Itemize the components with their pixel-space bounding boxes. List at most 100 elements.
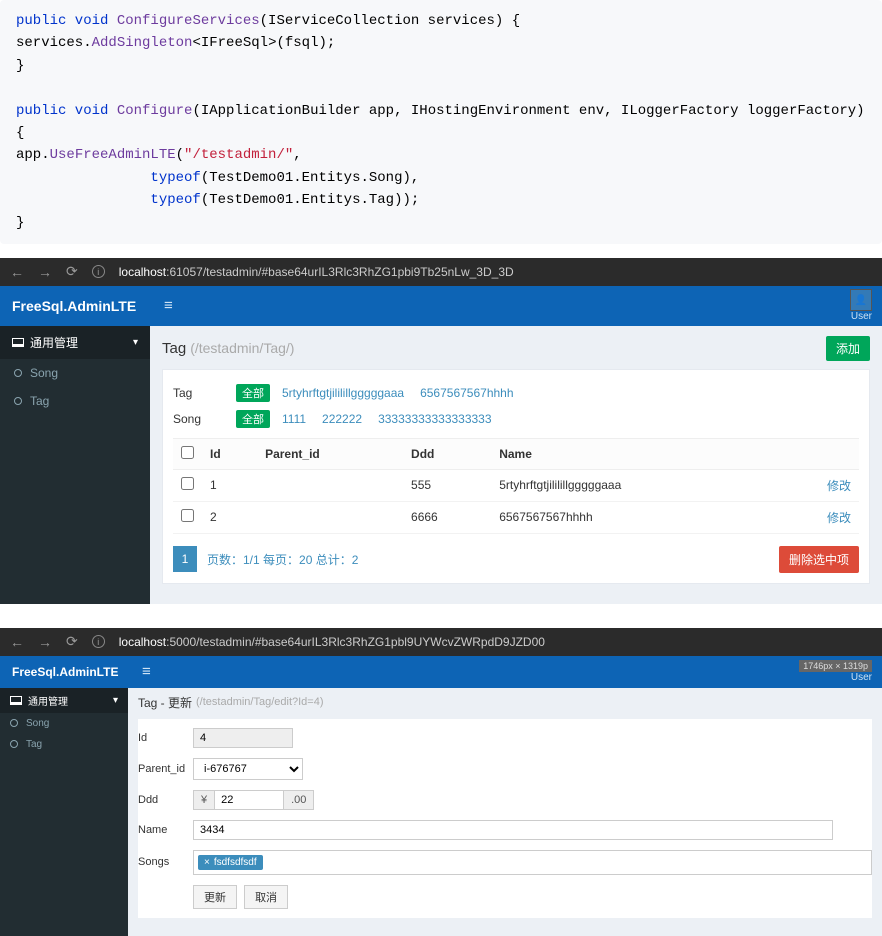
data-table: Id Parent_id Ddd Name 1 555 5rtyhrftgtji… xyxy=(173,438,859,534)
form-row-songs: Songs × fsdfsdfsdf xyxy=(138,845,872,880)
info-icon[interactable]: i xyxy=(92,635,105,648)
parent-select[interactable]: i-676767 xyxy=(193,758,303,780)
nav-forward-icon[interactable]: → xyxy=(38,634,52,650)
page-title: Tag xyxy=(162,340,186,357)
browser-bar: ← → ⟳ i localhost:5000/testadmin/#base64… xyxy=(0,628,882,656)
filter-link[interactable]: 5rtyhrftgtjililillgggggaaa xyxy=(278,385,408,401)
sidebar-item-tag[interactable]: Tag xyxy=(0,734,128,755)
name-field[interactable] xyxy=(193,820,833,840)
chip-label: fsdfsdfsdf xyxy=(214,857,257,868)
form-row-actions: 更新 取消 xyxy=(138,880,872,914)
songs-multiselect[interactable]: × fsdfsdfsdf xyxy=(193,850,872,875)
col-actions xyxy=(776,438,859,469)
filter-link[interactable]: 1111 xyxy=(278,411,310,427)
sidebar-item-label: Tag xyxy=(30,394,49,408)
info-icon[interactable]: i xyxy=(92,265,105,278)
sidebar-item-label: Song xyxy=(30,366,58,380)
col-name: Name xyxy=(491,438,776,469)
remove-chip-icon[interactable]: × xyxy=(204,857,210,868)
page-path: (/testadmin/Tag/edit?Id=4) xyxy=(196,696,324,708)
filter-row-song: Song 全部 1111 222222 33333333333333333 xyxy=(173,406,859,432)
user-area[interactable]: 👤 User xyxy=(850,289,882,322)
cell-ddd: 6666 xyxy=(403,501,491,533)
user-label: User xyxy=(850,311,872,322)
laptop-icon xyxy=(12,338,24,347)
browser-bar: ← → ⟳ i localhost:61057/testadmin/#base6… xyxy=(0,258,882,286)
row-checkbox[interactable] xyxy=(181,477,194,490)
label-songs: Songs xyxy=(138,856,193,868)
brand[interactable]: FreeSql.AdminLTE xyxy=(0,286,150,326)
content-area: Tag (/testadmin/Tag/) 添加 Tag 全部 5rtyhrft… xyxy=(150,326,882,604)
label-ddd: Ddd xyxy=(138,794,193,806)
col-ddd: Ddd xyxy=(403,438,491,469)
laptop-icon xyxy=(10,696,22,705)
hamburger-icon[interactable]: ≡ xyxy=(150,297,187,314)
nav-reload-icon[interactable]: ⟳ xyxy=(66,263,78,280)
delete-selected-button[interactable]: 删除选中项 xyxy=(779,546,859,573)
add-button[interactable]: 添加 xyxy=(826,336,870,361)
currency-suffix: .00 xyxy=(284,790,314,810)
sidebar-group[interactable]: 通用管理 ▾ xyxy=(0,688,128,713)
url-bar[interactable]: localhost:5000/testadmin/#base64urIL3Rlc… xyxy=(119,635,545,649)
page-path: (/testadmin/Tag/) xyxy=(190,340,294,356)
select-all-checkbox[interactable] xyxy=(181,446,194,459)
label-id: Id xyxy=(138,732,193,744)
form-row-ddd: Ddd ¥ .00 xyxy=(138,785,872,815)
dimensions-badge: 1746px × 1319p xyxy=(799,660,872,672)
page-number[interactable]: 1 xyxy=(173,546,197,572)
filter-link[interactable]: 33333333333333333 xyxy=(374,411,495,427)
circle-icon xyxy=(14,397,22,405)
hamburger-icon[interactable]: ≡ xyxy=(128,663,165,680)
filter-all-button[interactable]: 全部 xyxy=(236,384,270,402)
chevron-down-icon: ▾ xyxy=(113,695,118,706)
edit-panel: Id Parent_id i-676767 Ddd ¥ .00 Name xyxy=(138,719,872,918)
currency-prefix: ¥ xyxy=(193,790,214,810)
nav-reload-icon[interactable]: ⟳ xyxy=(66,633,78,650)
row-checkbox[interactable] xyxy=(181,509,194,522)
user-avatar-icon: 👤 xyxy=(850,289,872,311)
filter-link[interactable]: 6567567567hhhh xyxy=(416,385,517,401)
sidebar-item-song[interactable]: Song xyxy=(0,359,150,387)
filter-link[interactable]: 222222 xyxy=(318,411,366,427)
update-button[interactable]: 更新 xyxy=(193,885,237,909)
user-label: User xyxy=(799,672,872,683)
circle-icon xyxy=(10,740,18,748)
sidebar-group[interactable]: 通用管理 ▾ xyxy=(0,326,150,359)
id-field xyxy=(193,728,293,748)
cancel-button[interactable]: 取消 xyxy=(244,885,288,909)
filter-label: Song xyxy=(173,412,228,426)
col-parent: Parent_id xyxy=(257,438,403,469)
brand[interactable]: FreeSql.AdminLTE xyxy=(0,656,128,688)
song-chip[interactable]: × fsdfsdfsdf xyxy=(198,855,263,870)
url-bar[interactable]: localhost:61057/testadmin/#base64urIL3Rl… xyxy=(119,265,514,279)
form-row-parent: Parent_id i-676767 xyxy=(138,753,872,785)
breadcrumb: Tag - 更新 (/testadmin/Tag/edit?Id=4) xyxy=(138,694,872,711)
filter-label: Tag xyxy=(173,386,228,400)
sidebar-group-label: 通用管理 xyxy=(28,693,68,708)
filter-all-button[interactable]: 全部 xyxy=(236,410,270,428)
app-header: FreeSql.AdminLTE ≡ 👤 User xyxy=(0,286,882,326)
nav-back-icon[interactable]: ← xyxy=(10,634,24,650)
page-title: Tag - 更新 xyxy=(138,694,192,711)
edit-link[interactable]: 修改 xyxy=(827,479,851,493)
pager: 1 页数：1/1 每页：20 总计：2 删除选中项 xyxy=(173,546,859,573)
nav-back-icon[interactable]: ← xyxy=(10,264,24,280)
sidebar-item-tag[interactable]: Tag xyxy=(0,387,150,415)
breadcrumb: Tag (/testadmin/Tag/) 添加 xyxy=(162,336,870,361)
cell-name: 6567567567hhhh xyxy=(491,501,776,533)
app-header: FreeSql.AdminLTE ≡ 1746px × 1319p User xyxy=(0,656,882,688)
sidebar-item-song[interactable]: Song xyxy=(0,713,128,734)
content-area: Tag - 更新 (/testadmin/Tag/edit?Id=4) Id P… xyxy=(128,688,882,936)
nav-forward-icon[interactable]: → xyxy=(38,264,52,280)
edit-link[interactable]: 修改 xyxy=(827,511,851,525)
app-edit-view: ← → ⟳ i localhost:5000/testadmin/#base64… xyxy=(0,628,882,936)
table-row: 1 555 5rtyhrftgtjililillgggggaaa 修改 xyxy=(173,469,859,501)
sidebar: 通用管理 ▾ Song Tag xyxy=(0,326,150,604)
ddd-field[interactable] xyxy=(214,790,284,810)
sidebar-item-label: Song xyxy=(26,718,49,729)
cell-id: 1 xyxy=(202,469,257,501)
chevron-down-icon: ▾ xyxy=(133,337,138,348)
page-info: 页数：1/1 每页：20 总计：2 xyxy=(207,551,358,568)
filter-row-tag: Tag 全部 5rtyhrftgtjililillgggggaaa 656756… xyxy=(173,380,859,406)
checkbox-header[interactable] xyxy=(173,438,202,469)
